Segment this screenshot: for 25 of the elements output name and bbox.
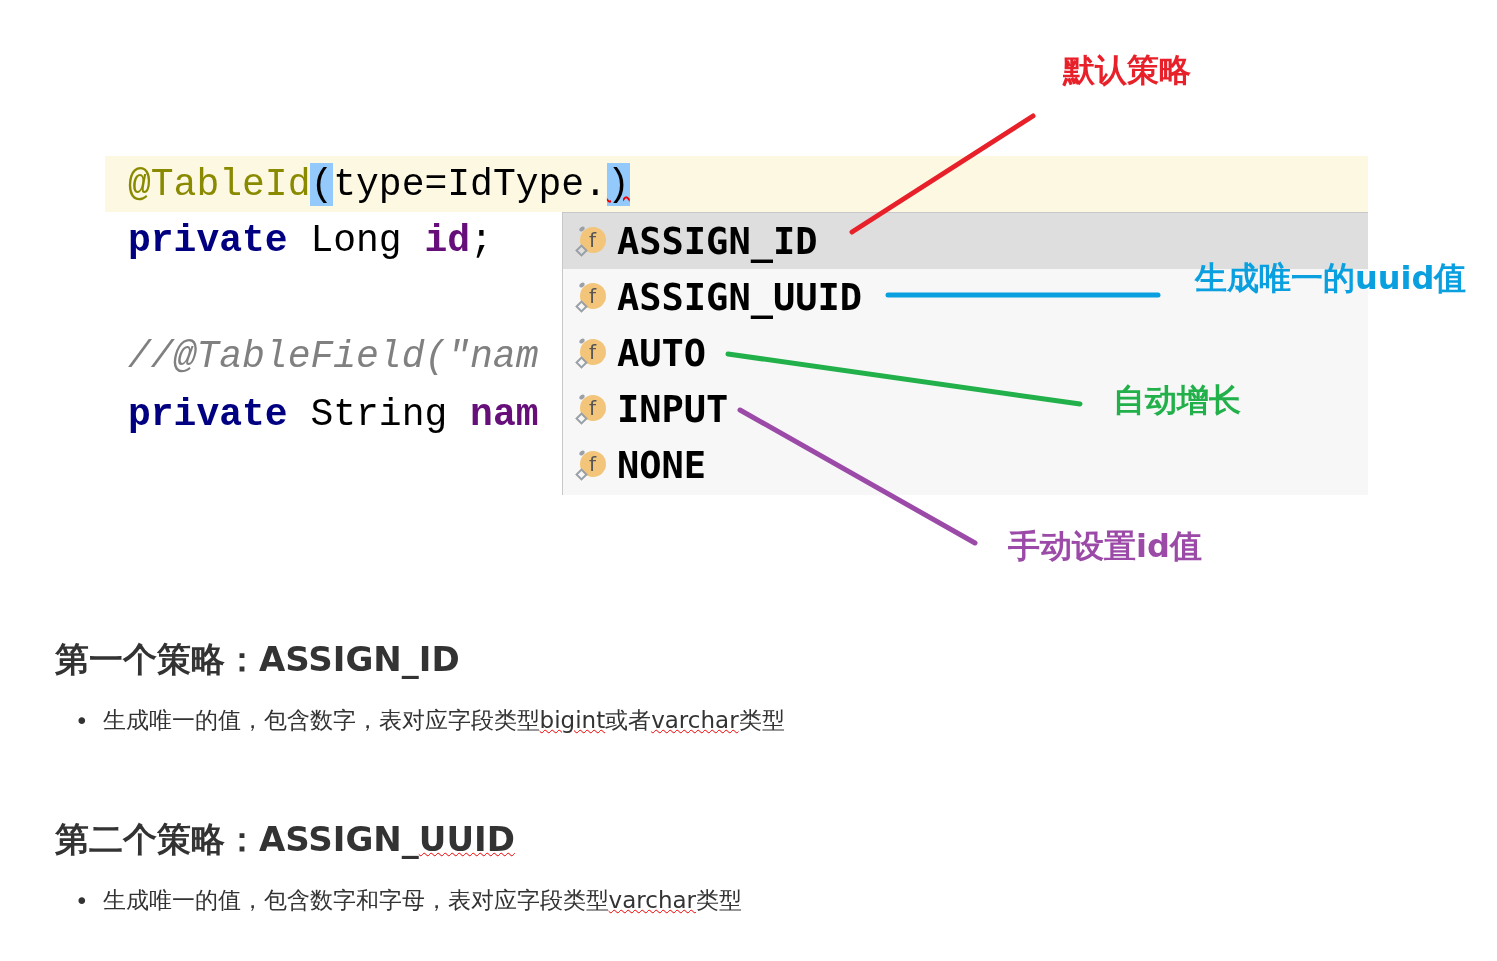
completion-item[interactable]: f ASSIGN_UUID [563, 269, 871, 325]
field-token: nam [470, 393, 539, 436]
annotation-label: 手动设置id值 [1008, 526, 1202, 566]
bullet-text: 生成唯一的值，包含数字和字母，表对应字段类型varchar类型 [102, 886, 742, 915]
bullet-text: 生成唯一的值，包含数字，表对应字段类型bigint或者varchar类型 [102, 706, 785, 735]
field-token: id [424, 219, 471, 262]
code-token: Long [309, 219, 403, 262]
bullet-marker: • [75, 887, 89, 916]
completion-item[interactable]: f NONE [563, 437, 715, 493]
code-token: type=IdType. [333, 163, 607, 206]
bullet-marker: • [75, 707, 89, 736]
keyword-token: private [128, 219, 288, 262]
annotation-label: 自动增长 [1113, 380, 1241, 420]
section-heading: 第二个策略：ASSIGN_UUID [55, 818, 516, 860]
section-heading: 第一个策略：ASSIGN_ID [55, 638, 461, 680]
annotation-label: 默认策略 [1063, 50, 1191, 90]
matched-brace: ( [310, 163, 334, 206]
code-token: ; [470, 219, 493, 262]
completion-item[interactable]: f INPUT [563, 381, 737, 437]
keyword-token: private [128, 393, 288, 436]
matched-brace: ) [606, 163, 630, 206]
code-comment: //@TableField("nam [128, 335, 539, 378]
code-token: String [309, 393, 449, 436]
completion-item[interactable]: f AUTO [563, 325, 715, 381]
annotation-token: @TableId [128, 163, 311, 206]
